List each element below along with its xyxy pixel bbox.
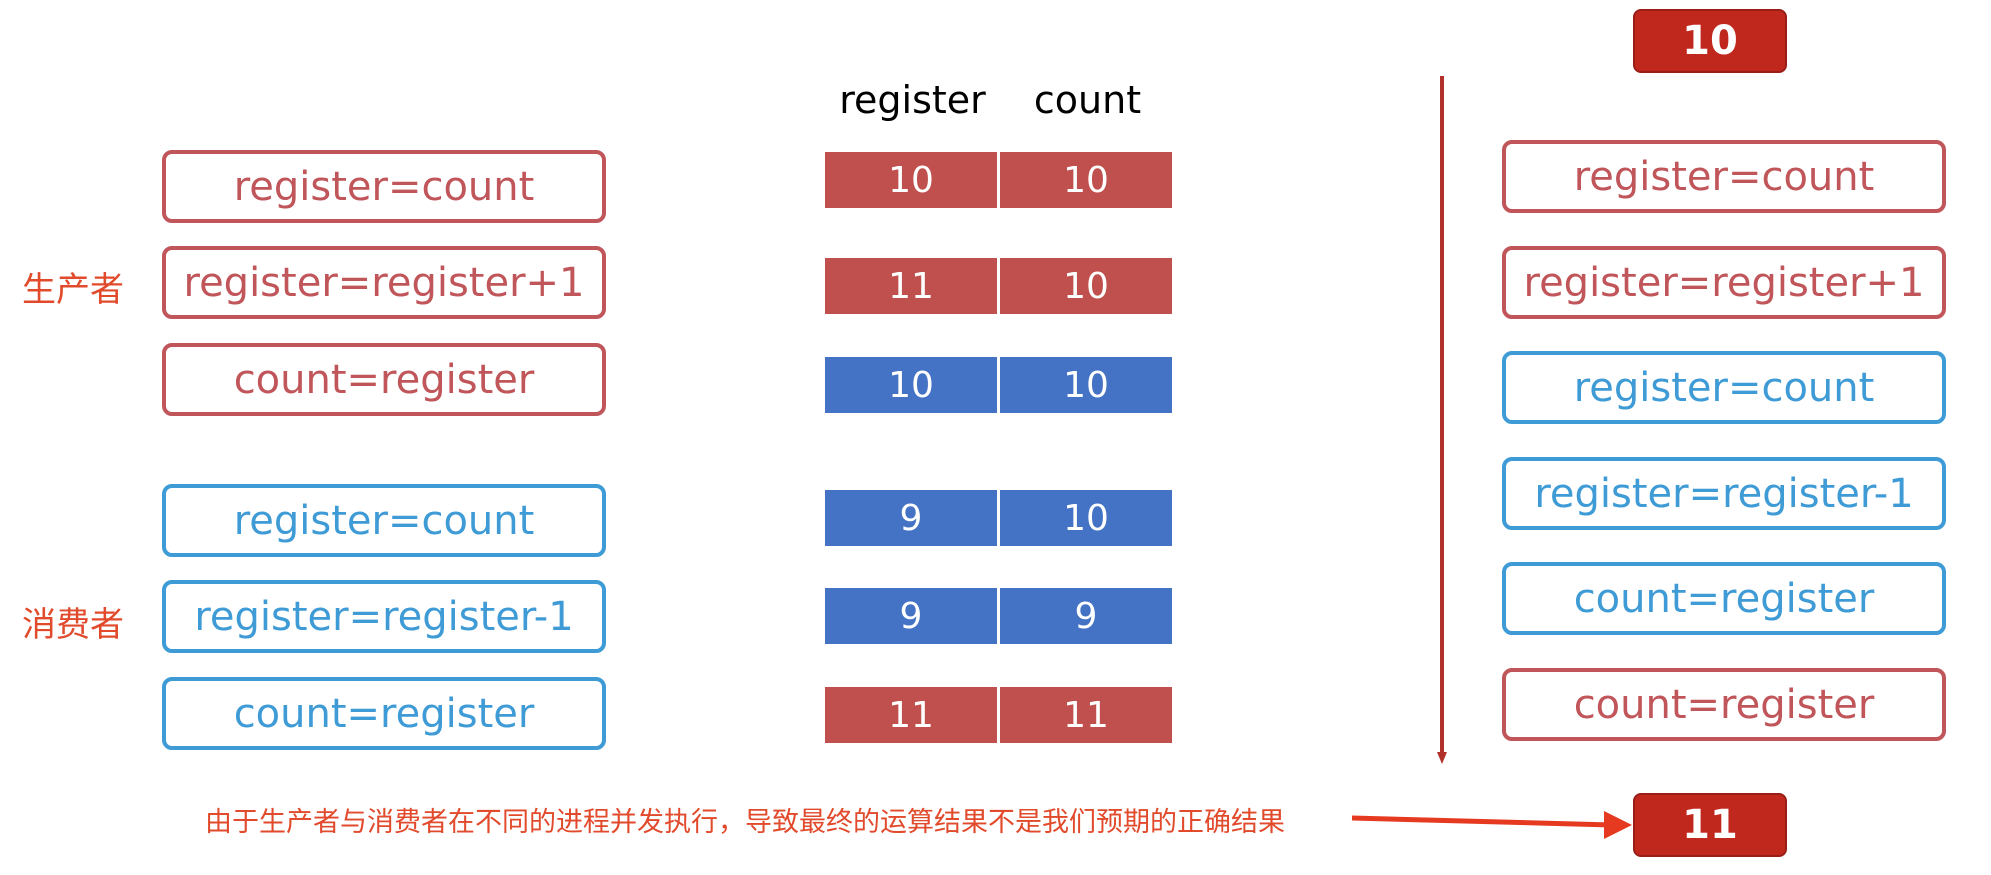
caption: 由于生产者与消费者在不同的进程并发执行，导致最终的运算结果不是我们预期的正确结果 [205,807,1285,838]
result-arrow [1351,815,1613,828]
interleaved-step-4: register=register-1 [1502,457,1946,530]
interleaved-step-1: register=count [1502,140,1946,213]
timeline-arrowhead [1437,752,1447,764]
arrows-layer [1351,76,1632,839]
end-value-badge: 11 [1633,793,1787,857]
interleaved-step-6: count=register [1502,668,1946,741]
interleaved-step-5: count=register [1502,562,1946,635]
interleaved-step-2: register=register+1 [1502,246,1946,319]
result-arrowhead [1604,811,1632,839]
interleaved-step-3: register=count [1502,351,1946,424]
